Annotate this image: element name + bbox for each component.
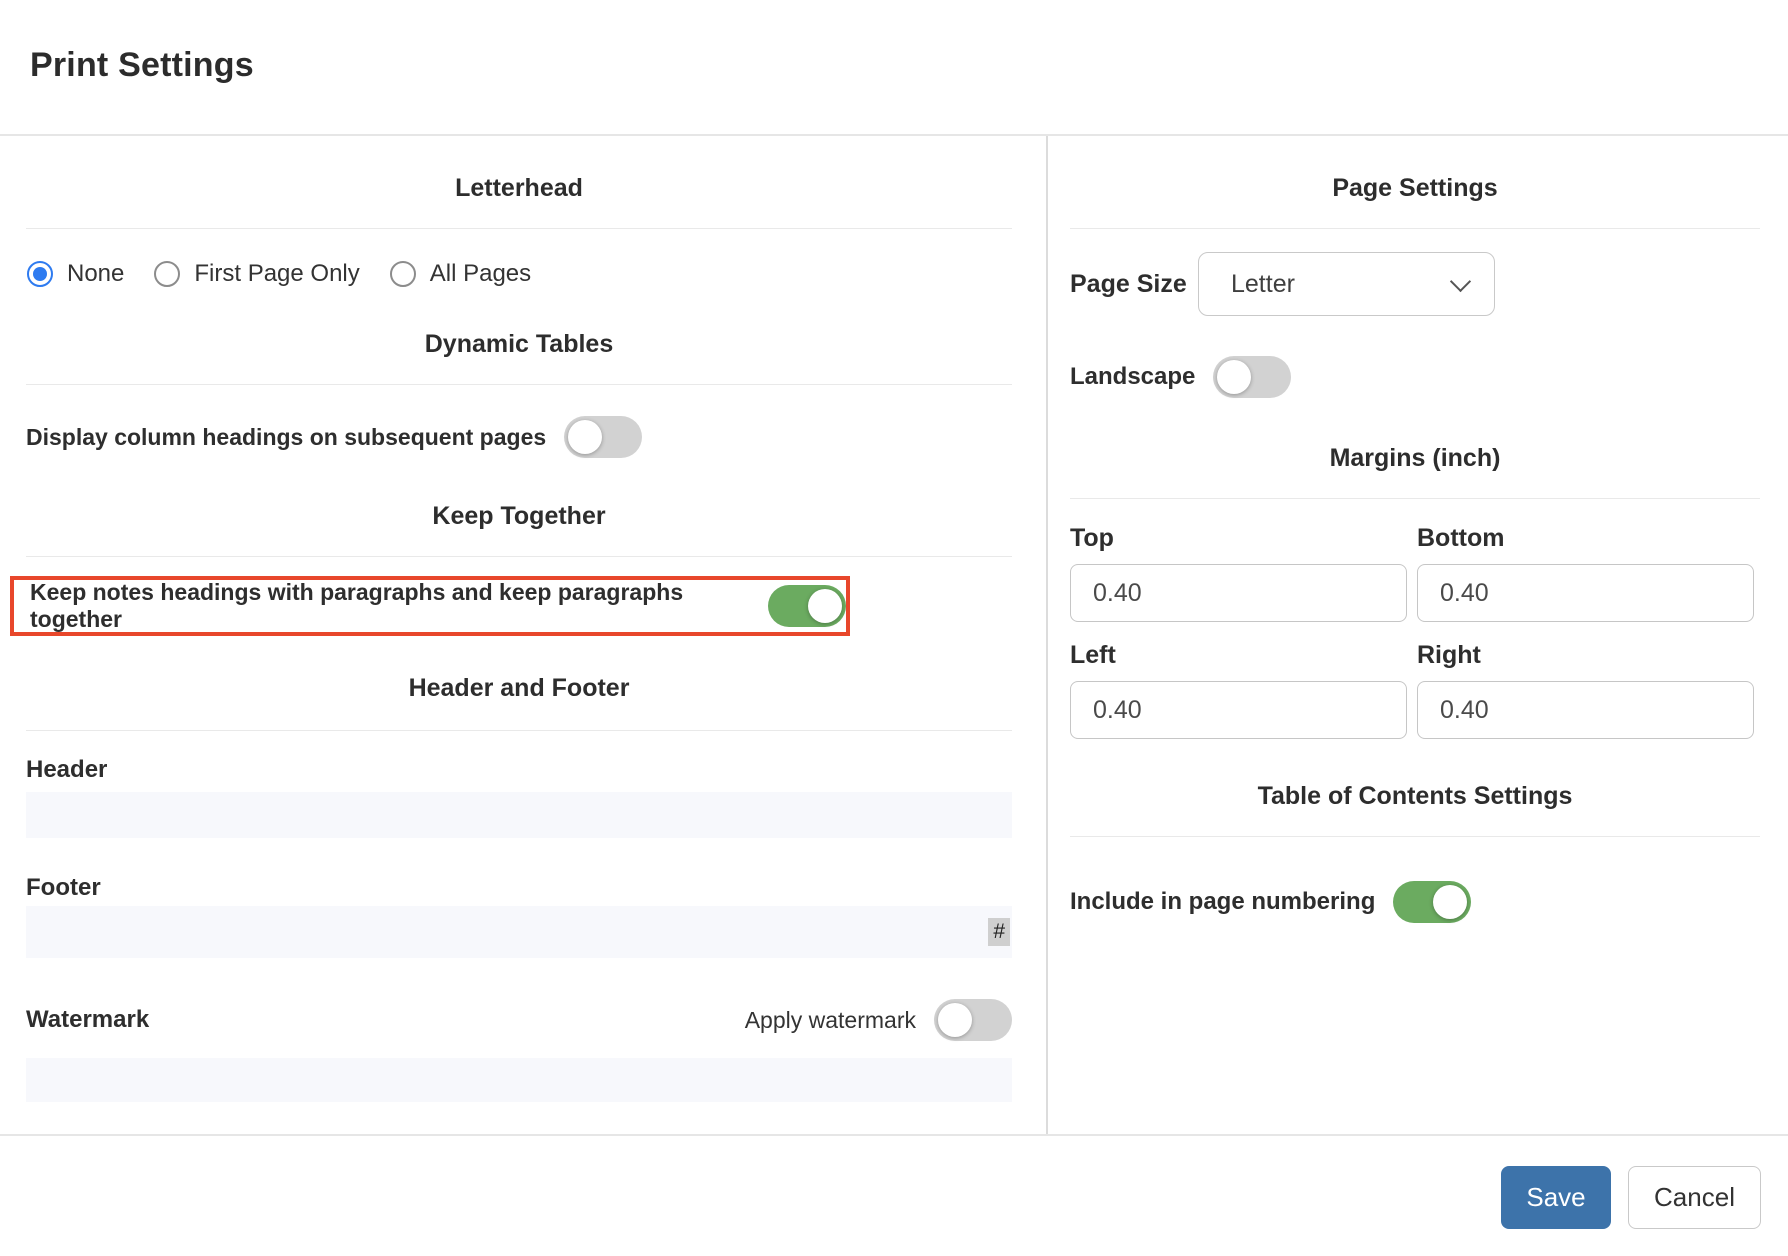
radio-dot [33, 267, 47, 281]
margin-left-input[interactable] [1070, 681, 1407, 739]
margins-divider [1070, 498, 1760, 499]
footer-input-wrap: # [26, 906, 1012, 958]
save-button[interactable]: Save [1501, 1166, 1611, 1229]
toggle-knob [938, 1003, 972, 1037]
landscape-row: Landscape [1070, 356, 1292, 398]
letterhead-heading: Letterhead [455, 174, 583, 202]
page-number-token: # [988, 918, 1010, 946]
toggle-knob [808, 589, 842, 623]
radio-label: First Page Only [194, 260, 360, 287]
include-page-numbering-toggle[interactable] [1393, 881, 1472, 923]
display-column-headings-label: Display column headings on subsequent pa… [26, 423, 547, 450]
cancel-button[interactable]: Cancel [1628, 1166, 1761, 1229]
radio-option-all-pages[interactable]: All Pages [389, 260, 532, 288]
column-divider [1046, 136, 1048, 1134]
margin-right-input[interactable] [1417, 681, 1754, 739]
page-settings-heading: Page Settings [1332, 174, 1498, 202]
include-page-numbering-row: Include in page numbering [1070, 881, 1472, 923]
display-column-headings-toggle[interactable] [564, 416, 643, 458]
footer-label: Footer [26, 874, 101, 901]
watermark-input[interactable] [26, 1058, 1012, 1102]
page-size-value: Letter [1231, 269, 1295, 298]
apply-watermark-group: Apply watermark [745, 999, 1012, 1041]
margin-right-label: Right [1417, 641, 1481, 669]
header-label: Header [26, 756, 108, 783]
letterhead-radio-group: None First Page Only All Pages [27, 258, 531, 290]
radio-button-icon[interactable] [389, 261, 416, 287]
radio-label: None [67, 260, 125, 287]
apply-watermark-toggle[interactable] [934, 999, 1012, 1041]
landscape-toggle[interactable] [1213, 356, 1292, 398]
page-size-label: Page Size [1070, 270, 1187, 298]
display-column-headings-row: Display column headings on subsequent pa… [26, 416, 643, 458]
dynamic-tables-heading: Dynamic Tables [424, 330, 614, 358]
page-settings-divider [1070, 228, 1760, 229]
include-page-numbering-label: Include in page numbering [1070, 888, 1376, 915]
page-title: Print Settings [30, 46, 254, 84]
toggle-knob [1433, 885, 1468, 919]
apply-watermark-label: Apply watermark [744, 1006, 916, 1033]
radio-option-none[interactable]: None [27, 260, 124, 288]
toggle-knob [1217, 360, 1252, 394]
chevron-down-icon [1449, 270, 1472, 292]
margin-top-input[interactable] [1070, 564, 1407, 622]
highlight-box: Keep notes headings with paragraphs and … [10, 576, 850, 636]
footer-divider [0, 1134, 1788, 1136]
watermark-row: Watermark Apply watermark [26, 999, 1012, 1041]
toc-settings-divider [1070, 836, 1760, 837]
radio-option-first-page-only[interactable]: First Page Only [154, 260, 360, 288]
margin-left-label: Left [1070, 641, 1116, 669]
footer-input[interactable] [26, 906, 1012, 958]
landscape-label: Landscape [1070, 363, 1196, 390]
radio-label: All Pages [429, 260, 532, 287]
toc-settings-heading: Table of Contents Settings [1257, 782, 1573, 810]
keep-notes-label: Keep notes headings with paragraphs and … [30, 579, 684, 632]
margin-bottom-input[interactable] [1417, 564, 1754, 622]
radio-button-icon[interactable] [27, 261, 53, 287]
title-divider [0, 134, 1788, 136]
watermark-label: Watermark [26, 1006, 150, 1033]
radio-button-icon[interactable] [154, 261, 181, 287]
header-input[interactable] [26, 792, 1012, 838]
header-footer-heading: Header and Footer [408, 674, 630, 702]
margin-top-label: Top [1070, 524, 1114, 552]
letterhead-divider [26, 228, 1012, 229]
keep-together-heading: Keep Together [432, 502, 606, 530]
margins-heading: Margins (inch) [1329, 444, 1501, 472]
margin-bottom-label: Bottom [1417, 524, 1505, 552]
toggle-knob [568, 420, 603, 454]
page-size-select[interactable]: Letter [1198, 252, 1495, 316]
keep-together-divider [26, 556, 1012, 557]
header-footer-divider [26, 730, 1012, 731]
keep-notes-toggle[interactable] [768, 585, 846, 627]
dynamic-tables-divider [26, 384, 1012, 385]
